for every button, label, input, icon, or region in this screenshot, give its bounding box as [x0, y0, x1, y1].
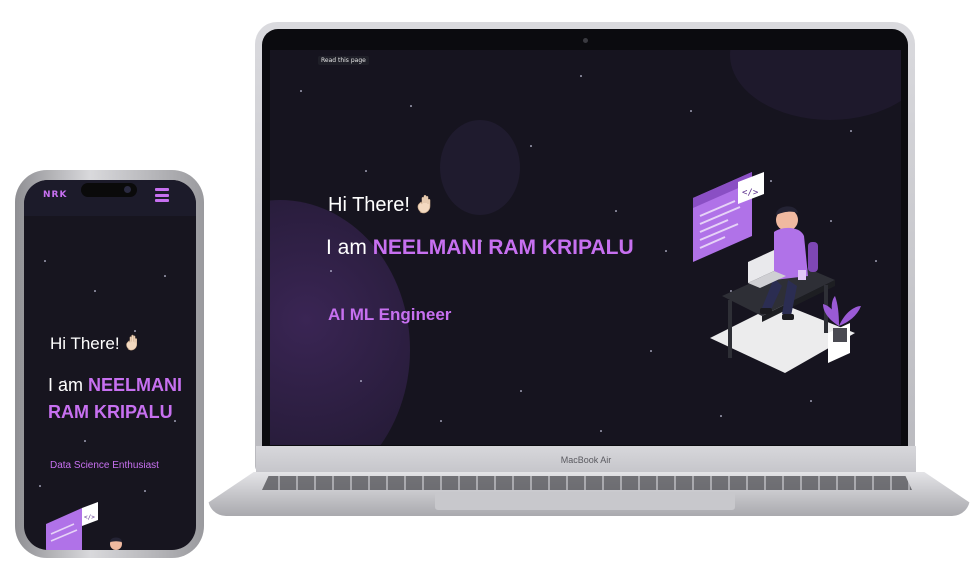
intro-prefix: I am: [326, 236, 367, 259]
laptop-screen: Read this page Hi There! I am NEELMANI R…: [270, 50, 901, 445]
phone-screen: NRK Hi There! I am NEELMANI RAM KRIPALU …: [24, 180, 196, 550]
developer-at-desk-illustration: </>: [46, 502, 122, 550]
intro-line: I am NEELMANI RAM KRIPALU: [326, 236, 634, 260]
role-text: AI ML Engineer: [328, 305, 452, 324]
code-window-graphic: </>: [693, 172, 764, 262]
hero-name-line2: RAM KRIPALU: [48, 402, 173, 422]
waving-hand-icon: [418, 194, 431, 214]
greeting-line: Hi There!: [328, 194, 435, 217]
intro-prefix: I am: [48, 375, 84, 395]
trackpad: [435, 492, 735, 510]
keyboard: [262, 476, 912, 490]
hero-name: NEELMANI RAM KRIPALU: [372, 236, 634, 259]
read-page-button[interactable]: Read this page: [318, 56, 369, 65]
intro-line: I am NEELMANI RAM KRIPALU: [48, 372, 196, 426]
svg-text:</>: </>: [84, 514, 95, 521]
waving-hand-icon: [126, 334, 138, 351]
greeting-text: Hi There!: [328, 194, 410, 216]
greeting-line: Hi There!: [50, 334, 141, 354]
device-label: MacBook Air: [560, 455, 612, 465]
greeting-text: Hi There!: [50, 334, 120, 353]
laptop-hinge: MacBook Air: [256, 446, 916, 474]
role-text: Data Science Enthusiast: [50, 460, 159, 471]
star-field: [24, 180, 196, 550]
hero-name-line1: NEELMANI: [88, 375, 183, 395]
svg-text:</>: </>: [742, 188, 759, 198]
front-camera-icon: [583, 38, 588, 43]
developer-at-desk-illustration: </>: [693, 172, 861, 373]
